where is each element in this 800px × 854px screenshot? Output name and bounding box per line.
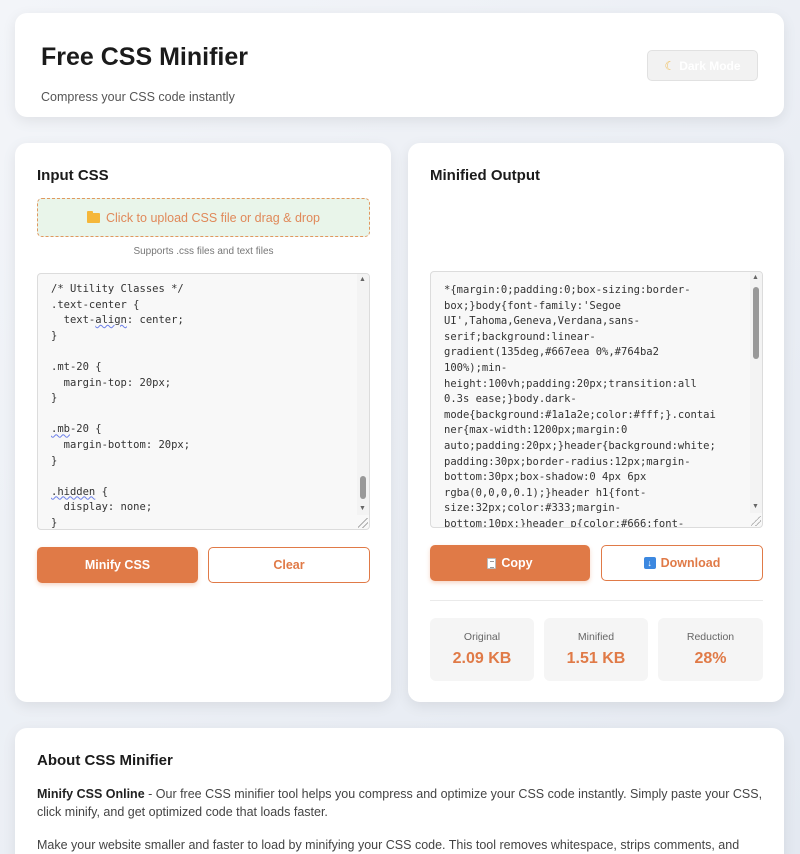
download-label: Download	[660, 556, 721, 570]
code-line: 100%);min-	[444, 361, 508, 374]
output-code-text: *{margin:0;padding:0;box-sizing:border-b…	[444, 283, 742, 528]
resize-handle-icon[interactable]	[358, 518, 368, 528]
input-title: Input CSS	[37, 167, 109, 184]
output-scrollbar[interactable]: ▲ ▼	[750, 272, 762, 513]
output-title: Minified Output	[430, 167, 540, 184]
code-line: 0.3s ease;}body.dark-	[444, 393, 577, 406]
code-line: bottom:30px;box-shadow:0 4px 6px	[444, 471, 647, 484]
upload-dropzone[interactable]: Click to upload CSS file or drag & drop	[37, 198, 370, 237]
code-line: padding:30px;border-radius:12px;margin-	[444, 455, 691, 468]
code-line: auto;padding:20px;}header{background:whi…	[444, 439, 716, 452]
input-panel: Input CSS Click to upload CSS file or dr…	[15, 143, 391, 702]
clipboard-icon	[487, 557, 497, 569]
download-icon: ↓	[643, 557, 656, 569]
code-line: }	[51, 454, 58, 467]
input-scroll-thumb[interactable]	[360, 476, 366, 499]
minify-button[interactable]: Minify CSS	[37, 547, 198, 583]
page-title: Free CSS Minifier	[41, 43, 248, 71]
scroll-down-icon[interactable]: ▼	[752, 503, 759, 511]
code-line: box;}body{font-family:'Segoe	[444, 299, 622, 312]
dark-mode-label: Dark Mode	[679, 58, 741, 73]
scroll-up-icon[interactable]: ▲	[359, 276, 366, 284]
code-line: .mt-20 {	[51, 360, 102, 373]
stat-label: Reduction	[686, 631, 735, 643]
code-line: }	[51, 392, 58, 405]
code-line: .text-center {	[51, 298, 140, 311]
code-line: serif;background:linear-	[444, 330, 596, 343]
code-line: display: none;	[51, 501, 153, 514]
divider	[430, 600, 763, 601]
stat-reduction: Reduction 28%	[658, 618, 763, 681]
stat-minified: Minified 1.51 KB	[544, 618, 648, 681]
code-line: height:100vh;padding:20px;transition:all	[444, 377, 697, 390]
code-line: .hidden {	[51, 485, 108, 498]
header-card: Free CSS Minifier Compress your CSS code…	[15, 13, 784, 117]
code-line: }	[51, 516, 58, 529]
scroll-down-icon[interactable]: ▼	[359, 505, 366, 513]
clear-button[interactable]: Clear	[208, 547, 370, 583]
code-line: *{margin:0;padding:0;box-sizing:border-	[444, 284, 691, 296]
code-line: /* Utility Classes */	[51, 283, 184, 295]
stat-value: 2.09 KB	[452, 650, 512, 667]
input-code-text: /* Utility Classes */ .text-center { text…	[51, 282, 349, 529]
copy-button[interactable]: Copy	[430, 545, 590, 581]
code-line: margin-bottom: 20px;	[51, 438, 191, 451]
stat-value: 1.51 KB	[566, 650, 626, 667]
code-line: ner{max-width:1200px;margin:0	[444, 424, 628, 437]
code-line: margin-top: 20px;	[51, 376, 172, 389]
css-input-textarea[interactable]: /* Utility Classes */ .text-center { text…	[37, 273, 370, 530]
about-bold: Minify CSS Online	[37, 787, 145, 801]
stat-value: 28%	[694, 650, 727, 667]
upload-note: Supports .css files and text files	[133, 246, 274, 257]
css-output-textarea[interactable]: *{margin:0;padding:0;box-sizing:border-b…	[430, 271, 763, 528]
resize-handle-icon[interactable]	[751, 516, 761, 526]
output-scroll-thumb[interactable]	[753, 287, 759, 359]
about-text: - Our free CSS minifier tool helps you c…	[37, 787, 763, 819]
code-line: .mb-20 {	[51, 423, 102, 436]
page-subtitle: Compress your CSS code instantly	[41, 90, 235, 104]
code-line: text-align: center;	[51, 314, 184, 327]
code-line: UI',Tahoma,Geneva,Verdana,sans-	[444, 315, 640, 328]
code-line: bottom:10px;}header p{color:#666;font-	[444, 517, 685, 528]
download-button[interactable]: ↓ Download	[601, 545, 763, 581]
about-paragraph: Minify CSS Online - Our free CSS minifie…	[37, 785, 763, 821]
folder-icon	[87, 210, 100, 223]
code-line: gradient(135deg,#667eea 0%,#764ba2	[444, 346, 659, 359]
upload-label: Click to upload CSS file or drag & drop	[106, 210, 320, 225]
code-line: rgba(0,0,0,0.1);}header h1{font-	[444, 486, 647, 499]
input-scrollbar[interactable]: ▲ ▼	[357, 274, 369, 515]
stat-label: Original	[463, 631, 501, 643]
stat-label: Minified	[577, 631, 615, 643]
about-section: About CSS Minifier Minify CSS Online - O…	[15, 728, 784, 854]
code-line: }	[51, 329, 58, 342]
moon-icon: ☾	[664, 58, 676, 73]
code-line: mode{background:#1a1a2e;color:#fff;}.con…	[444, 408, 716, 421]
dark-mode-button[interactable]: ☾ Dark Mode	[647, 50, 758, 81]
scroll-up-icon[interactable]: ▲	[752, 274, 759, 282]
code-line: size:32px;color:#333;margin-	[444, 502, 622, 515]
stat-original: Original 2.09 KB	[430, 618, 534, 681]
output-panel: Minified Output *{margin:0;padding:0;box…	[408, 143, 784, 702]
about-paragraph: Make your website smaller and faster to …	[37, 838, 740, 852]
copy-label: Copy	[501, 556, 533, 570]
about-title: About CSS Minifier	[37, 752, 173, 769]
